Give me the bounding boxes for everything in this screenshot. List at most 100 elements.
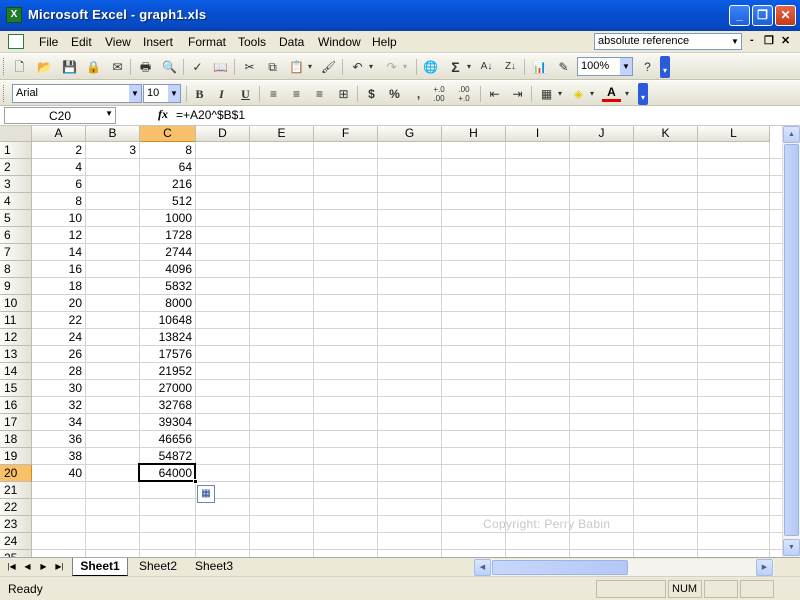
close-button[interactable]: ✕ xyxy=(775,5,796,26)
column-header-g[interactable]: G xyxy=(378,126,442,142)
select-all-button[interactable] xyxy=(0,126,32,142)
cell-a3[interactable]: 6 xyxy=(32,176,85,193)
column-header-c[interactable]: C xyxy=(140,126,196,142)
redo-dropdown-icon[interactable]: ▾ xyxy=(400,58,410,76)
toolbar-options-icon[interactable]: ▾ xyxy=(638,83,648,105)
first-sheet-icon[interactable]: |◀ xyxy=(6,560,17,574)
cell-c20[interactable]: 64000 xyxy=(140,465,195,482)
print-icon[interactable]: 🖶 xyxy=(136,58,155,76)
toolbar-grip[interactable] xyxy=(3,58,6,75)
row-header-10[interactable]: 10 xyxy=(0,295,32,312)
autosum-icon[interactable]: Σ xyxy=(446,58,465,76)
cell-b1[interactable]: 3 xyxy=(86,142,139,159)
cell-c11[interactable]: 10648 xyxy=(140,312,195,329)
row-header-7[interactable]: 7 xyxy=(0,244,32,261)
worksheet-grid[interactable]: Copyright: Perry Babin ABCDEFGHIJKL12345… xyxy=(0,126,782,557)
menu-tools[interactable]: Tools xyxy=(238,35,266,49)
row-header-25[interactable]: 25 xyxy=(0,550,32,557)
font-size-combo[interactable]: 10 ▼ xyxy=(143,84,181,103)
ask-question-box[interactable]: absolute reference ▼ xyxy=(594,33,742,50)
spelling-icon[interactable]: ✓ xyxy=(188,58,207,76)
doc-close-button[interactable]: ✕ xyxy=(781,34,790,47)
cell-c3[interactable]: 216 xyxy=(140,176,195,193)
bold-button[interactable]: B xyxy=(190,85,209,103)
cell-c16[interactable]: 32768 xyxy=(140,397,195,414)
row-header-5[interactable]: 5 xyxy=(0,210,32,227)
row-header-14[interactable]: 14 xyxy=(0,363,32,380)
tab-sheet1[interactable]: Sheet1 xyxy=(72,558,128,576)
prev-sheet-icon[interactable]: ◀ xyxy=(22,560,33,574)
font-color-dropdown-icon[interactable]: ▾ xyxy=(622,85,632,103)
scroll-up-icon[interactable]: ▲ xyxy=(783,126,800,143)
toolbar-grip[interactable] xyxy=(3,85,6,102)
excel-app-icon[interactable]: X xyxy=(6,7,22,23)
help-icon[interactable]: ? xyxy=(638,58,657,76)
next-sheet-icon[interactable]: ▶ xyxy=(38,560,49,574)
hyperlink-icon[interactable]: 🌐 xyxy=(421,58,440,76)
email-icon[interactable]: ✉ xyxy=(108,58,127,76)
undo-dropdown-icon[interactable]: ▾ xyxy=(366,58,376,76)
fill-color-dropdown-icon[interactable]: ▾ xyxy=(587,85,597,103)
cell-a10[interactable]: 20 xyxy=(32,295,85,312)
doc-restore-button[interactable]: ❐ xyxy=(764,34,774,47)
cell-a6[interactable]: 12 xyxy=(32,227,85,244)
menu-view[interactable]: View xyxy=(105,35,131,49)
cell-a2[interactable]: 4 xyxy=(32,159,85,176)
row-header-3[interactable]: 3 xyxy=(0,176,32,193)
cell-c2[interactable]: 64 xyxy=(140,159,195,176)
redo-icon[interactable]: ↷ xyxy=(382,58,401,76)
toolbar-options-icon[interactable]: ▾ xyxy=(660,56,670,78)
cell-a16[interactable]: 32 xyxy=(32,397,85,414)
column-header-e[interactable]: E xyxy=(250,126,314,142)
paste-icon[interactable]: 📋 xyxy=(287,58,306,76)
chevron-down-icon[interactable]: ▼ xyxy=(168,85,180,102)
align-center-icon[interactable]: ≡ xyxy=(287,85,306,103)
row-header-17[interactable]: 17 xyxy=(0,414,32,431)
borders-dropdown-icon[interactable]: ▾ xyxy=(555,85,565,103)
font-color-button[interactable]: A xyxy=(602,85,621,102)
maximize-button[interactable]: ❐ xyxy=(752,5,773,26)
permission-icon[interactable]: 🔒 xyxy=(84,58,103,76)
workbook-icon[interactable] xyxy=(8,34,24,49)
increase-decimal-button[interactable]: +.0 .00 xyxy=(428,85,450,103)
row-header-23[interactable]: 23 xyxy=(0,516,32,533)
row-header-4[interactable]: 4 xyxy=(0,193,32,210)
research-icon[interactable]: 📖 xyxy=(211,58,230,76)
increase-indent-icon[interactable]: ⇥ xyxy=(508,85,527,103)
vertical-scrollbar[interactable]: ▲ ▼ xyxy=(782,126,800,557)
print-preview-icon[interactable]: 🔍 xyxy=(160,58,179,76)
vertical-scroll-thumb[interactable] xyxy=(784,144,799,536)
minimize-button[interactable]: _ xyxy=(729,5,750,26)
cell-c19[interactable]: 54872 xyxy=(140,448,195,465)
name-box[interactable]: C20 ▼ xyxy=(4,107,116,124)
chart-wizard-icon[interactable]: 📊 xyxy=(530,58,549,76)
font-name-combo[interactable]: Arial ▼ xyxy=(12,84,142,103)
sort-descending-icon[interactable]: Z↓ xyxy=(501,58,520,76)
menu-file[interactable]: File xyxy=(39,35,58,49)
cell-c4[interactable]: 512 xyxy=(140,193,195,210)
row-header-8[interactable]: 8 xyxy=(0,261,32,278)
row-header-13[interactable]: 13 xyxy=(0,346,32,363)
new-icon[interactable]: 🗋 xyxy=(10,58,29,76)
scroll-right-icon[interactable]: ▶ xyxy=(756,559,773,576)
column-header-d[interactable]: D xyxy=(196,126,250,142)
cell-c1[interactable]: 8 xyxy=(140,142,195,159)
cell-a5[interactable]: 10 xyxy=(32,210,85,227)
scroll-left-icon[interactable]: ◀ xyxy=(474,559,491,576)
format-painter-icon[interactable]: 🖌 xyxy=(319,58,338,76)
row-header-15[interactable]: 15 xyxy=(0,380,32,397)
row-header-11[interactable]: 11 xyxy=(0,312,32,329)
percent-button[interactable]: % xyxy=(385,85,404,103)
row-header-18[interactable]: 18 xyxy=(0,431,32,448)
cut-icon[interactable]: ✂ xyxy=(240,58,259,76)
cell-c6[interactable]: 1728 xyxy=(140,227,195,244)
column-header-a[interactable]: A xyxy=(32,126,86,142)
cell-c8[interactable]: 4096 xyxy=(140,261,195,278)
cell-a19[interactable]: 38 xyxy=(32,448,85,465)
cell-c9[interactable]: 5832 xyxy=(140,278,195,295)
menu-data[interactable]: Data xyxy=(279,35,304,49)
row-header-1[interactable]: 1 xyxy=(0,142,32,159)
cell-c17[interactable]: 39304 xyxy=(140,414,195,431)
column-header-l[interactable]: L xyxy=(698,126,770,142)
row-header-22[interactable]: 22 xyxy=(0,499,32,516)
